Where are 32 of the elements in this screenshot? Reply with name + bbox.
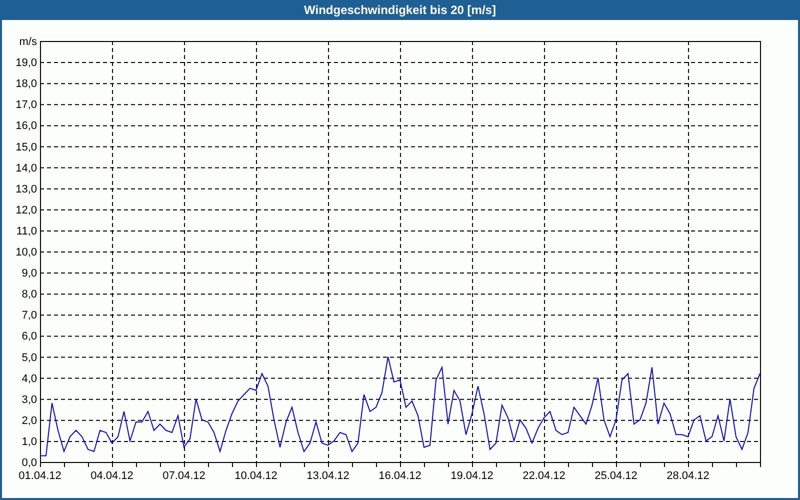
- y-tick-label: 4,0: [22, 372, 37, 385]
- y-tick-label: 9,0: [22, 268, 37, 280]
- y-tick-label: 8,0: [22, 288, 37, 301]
- x-tick-label: 01.04.12: [18, 470, 62, 482]
- chart-title: Windgeschwindigkeit bis 20 [m/s]: [304, 4, 496, 16]
- y-tick-label: 13,0: [16, 183, 37, 196]
- y-tick-label: 19,0: [16, 57, 37, 70]
- y-tick-label: 11,0: [16, 225, 37, 238]
- x-tick-label: 16.04.12: [378, 470, 422, 482]
- x-tick-label: 25.04.12: [594, 470, 638, 482]
- y-tick-label: 5,0: [22, 352, 37, 364]
- y-tick-label: 3,0: [22, 394, 37, 406]
- x-tick-label: 04.04.12: [90, 470, 134, 482]
- y-tick-label: 16,0: [16, 120, 37, 132]
- x-tick-label: 22.04.12: [522, 470, 566, 482]
- x-tick-label: 19.04.12: [450, 470, 494, 482]
- y-tick-label: 1,0: [22, 436, 37, 448]
- y-tick-label: 10,0: [16, 246, 37, 258]
- y-tick-label: 14,0: [16, 162, 37, 174]
- y-tick-label: 2,0: [22, 414, 37, 427]
- x-tick-label: 28.04.12: [666, 470, 710, 482]
- x-tick-label: 10.04.12: [234, 470, 278, 482]
- y-tick-label: 18,0: [16, 78, 37, 90]
- y-tick-label: 6,0: [22, 330, 37, 343]
- y-tick-label: 15,0: [16, 141, 37, 154]
- x-tick-label: 13.04.12: [306, 470, 350, 482]
- y-tick-label: 12,0: [16, 204, 37, 216]
- y-tick-label: 17,0: [16, 99, 37, 112]
- y-axis-unit: m/s: [19, 36, 37, 48]
- y-tick-label: 7,0: [22, 310, 37, 322]
- x-tick-label: 07.04.12: [162, 470, 206, 482]
- y-tick-label: 0,0: [22, 457, 37, 469]
